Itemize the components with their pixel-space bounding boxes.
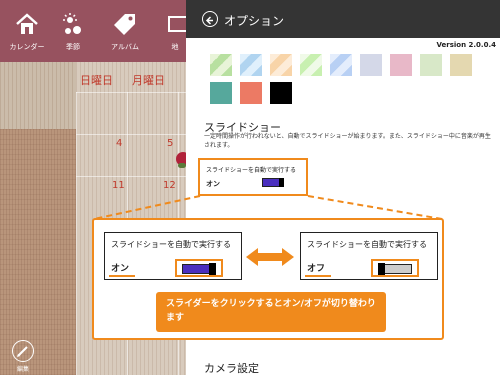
theme-swatch[interactable] — [270, 82, 292, 104]
season-button[interactable]: 季節 — [48, 0, 98, 62]
slideshow-toggle-state: オン — [206, 180, 220, 188]
weekday-sunday: 日曜日 — [80, 74, 113, 87]
toggle-switch-off[interactable] — [378, 263, 412, 275]
slideshow-description: 一定時間操作が行われないと、自動でスライドショーが始まります。また、スライドショ… — [204, 133, 491, 149]
slideshow-setting-highlight: スライドショーを自動で実行する オン — [198, 158, 308, 196]
map-button-label: 地 — [171, 43, 179, 51]
home-icon — [16, 13, 38, 34]
toggle-off-example-state: オフ — [307, 264, 326, 274]
sun-flower-icon — [63, 13, 81, 34]
theme-swatch[interactable] — [210, 82, 232, 104]
toggle-off-example: スライドショーを自動で実行する オフ — [300, 232, 438, 280]
toggle-off-highlight — [371, 259, 419, 277]
instruction-note: スライダーをクリックするとオン/オフが切り替わります — [156, 292, 386, 332]
theme-swatch[interactable] — [240, 82, 262, 104]
theme-swatch[interactable] — [390, 54, 412, 76]
map-button[interactable]: 地 — [160, 0, 186, 62]
theme-swatch[interactable] — [450, 54, 472, 76]
slideshow-toggle-switch[interactable] — [262, 178, 284, 187]
pencil-icon — [17, 346, 28, 357]
theme-swatch[interactable] — [240, 54, 262, 76]
back-button[interactable] — [202, 11, 218, 27]
toggle-knob — [279, 178, 284, 187]
theme-swatch[interactable] — [270, 54, 292, 76]
flyout-header: オプション — [186, 0, 500, 38]
toggle-off-example-label: スライドショーを自動で実行する — [307, 240, 427, 249]
map-icon — [168, 16, 186, 32]
edit-button-label: 編集 — [16, 366, 29, 373]
season-button-label: 季節 — [66, 43, 80, 51]
toggle-on-example: スライドショーを自動で実行する オン — [104, 232, 242, 280]
flyout-title: オプション — [224, 14, 285, 28]
toggle-on-highlight — [175, 259, 223, 277]
theme-swatch[interactable] — [360, 54, 382, 76]
background-texture — [0, 62, 76, 375]
instruction-note-text: スライダーをクリックするとオン/オフが切り替わります — [166, 299, 376, 323]
theme-swatch[interactable] — [210, 54, 232, 76]
tag-icon — [114, 14, 135, 35]
album-button[interactable]: アルバム — [100, 0, 150, 62]
theme-swatch[interactable] — [330, 54, 352, 76]
toggle-knob — [378, 263, 385, 275]
toggle-knob — [209, 263, 216, 275]
toggle-on-example-state: オン — [111, 264, 130, 274]
theme-swatch[interactable] — [420, 54, 442, 76]
edit-button[interactable] — [12, 340, 34, 362]
date-cell[interactable]: 5 — [167, 138, 173, 149]
weekday-monday: 月曜日 — [132, 74, 165, 87]
back-arrow-icon — [205, 16, 213, 25]
album-button-label: アルバム — [111, 43, 139, 51]
date-cell[interactable]: 4 — [116, 138, 122, 149]
calendar-button[interactable]: カレンダー — [2, 0, 52, 62]
instruction-callout: スライドショーを自動で実行する オン スライドショーを自動で実行する オフ スラ… — [92, 218, 444, 340]
calendar-button-label: カレンダー — [9, 43, 45, 51]
date-cell[interactable]: 11 — [112, 180, 125, 191]
camera-section-title: カメラ設定 — [204, 362, 259, 375]
toggle-on-example-label: スライドショーを自動で実行する — [111, 240, 231, 249]
slideshow-toggle-label: スライドショーを自動で実行する — [206, 167, 297, 174]
theme-swatch[interactable] — [300, 54, 322, 76]
double-arrow-icon — [246, 248, 294, 266]
toggle-switch-on[interactable] — [182, 263, 216, 275]
app-bar: カレンダー 季節 アルバム 地 — [0, 0, 186, 62]
date-cell[interactable]: 12 — [163, 180, 176, 191]
version-label: Version 2.0.0.4 — [436, 41, 497, 49]
